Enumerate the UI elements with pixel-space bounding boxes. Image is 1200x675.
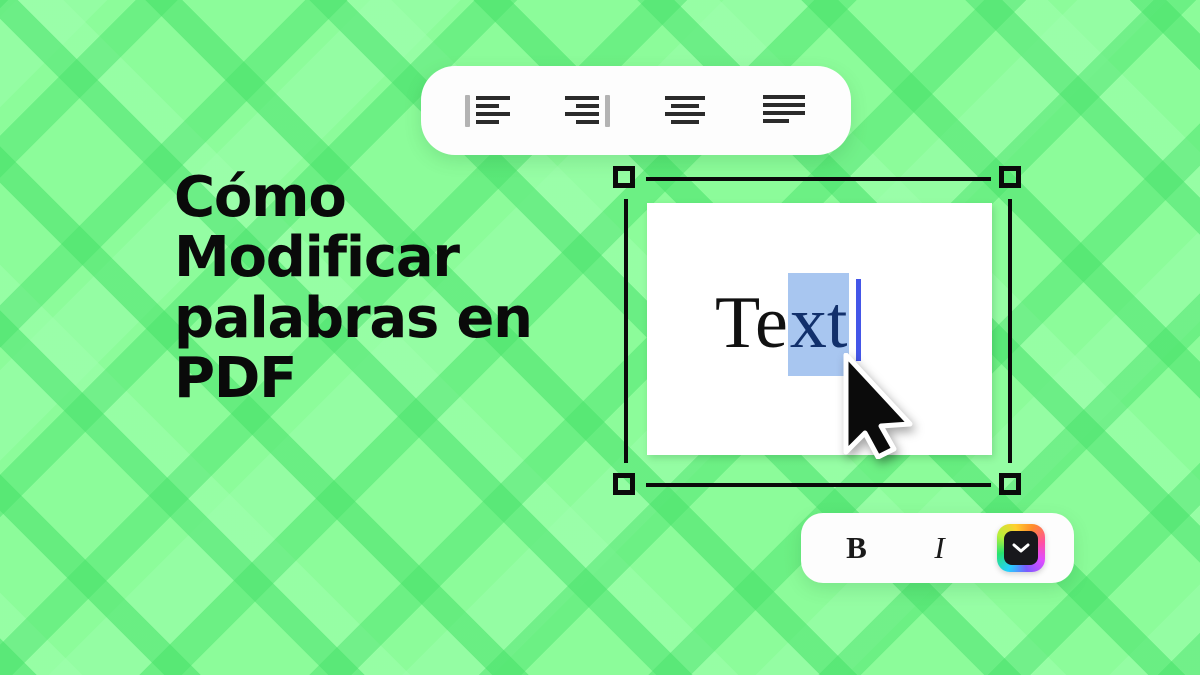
selection-edge-right [1008,199,1012,463]
page-title: Cómo Modificar palabras en PDF [174,165,533,412]
chevron-down-icon [1012,543,1029,553]
text-box-surface[interactable]: Te xt [647,203,992,459]
selection-edge-left [624,199,628,463]
align-center-icon [665,95,706,124]
align-justify-icon [762,94,805,123]
bold-button[interactable]: B [831,525,883,571]
handle-bottom-right[interactable] [999,473,1021,495]
mouse-pointer-icon [843,353,913,459]
text-alignment-toolbar [421,66,851,155]
text-color-button[interactable] [996,524,1045,572]
selected-text-box[interactable]: Te xt [612,165,1024,495]
text-caret [856,279,862,361]
handle-top-left[interactable] [613,166,635,188]
handle-bottom-left[interactable] [613,473,635,495]
selection-edge-bottom [646,483,991,487]
color-swatch [1003,531,1038,565]
handle-top-right[interactable] [999,166,1021,188]
align-left-icon [465,94,511,127]
poster-canvas: Cómo Modificar palabras en PDF Te xt B I [0,0,1200,675]
text-unselected-part: Te [715,282,788,364]
text-format-toolbar: B I [801,513,1074,583]
align-right-icon [564,94,610,127]
align-right-button[interactable] [556,85,618,137]
align-left-button[interactable] [457,85,519,137]
align-center-button[interactable] [654,85,716,137]
align-justify-button[interactable] [753,85,815,137]
italic-button[interactable]: I [914,525,966,571]
selection-edge-top [646,177,991,181]
